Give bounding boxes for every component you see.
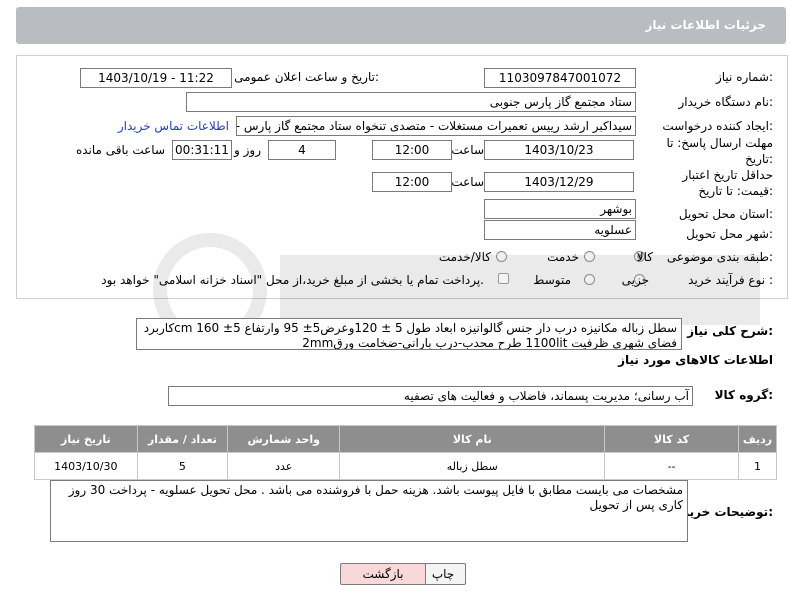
col-quantity: تعداد / مقدار — [136, 425, 229, 453]
cell-goods-name: سطل زباله — [339, 452, 606, 480]
city-label: شهر محل تحویل: — [686, 227, 773, 241]
general-desc-label: شرح کلی نیاز: — [687, 324, 773, 338]
col-unit: واحد شمارش — [227, 425, 341, 453]
need-number-label: شماره نیاز: — [715, 70, 773, 84]
province-field: بوشهر — [484, 199, 636, 219]
process-type-label: نوع فرآیند خرید : — [688, 273, 773, 287]
reply-date-field: 1403/10/23 — [484, 140, 634, 160]
need-number-field: 1103097847001072 — [484, 68, 636, 88]
validity-time-field: 12:00 — [372, 172, 452, 192]
col-goods-code: کد کالا — [604, 425, 739, 453]
table-row: 1403/10/30 5 عدد سطل زباله -- 1 — [34, 452, 777, 480]
category-service-label: خدمت — [547, 250, 579, 264]
table-header-row: تاریخ نیاز تعداد / مقدار واحد شمارش نام … — [34, 425, 777, 453]
items-table: تاریخ نیاز تعداد / مقدار واحد شمارش نام … — [34, 425, 777, 480]
reply-time-field: 12:00 — [372, 140, 452, 160]
cell-goods-code: -- — [604, 452, 739, 480]
page-title: جزئیات اطلاعات نیاز — [645, 18, 766, 32]
city-field: عسلویه — [484, 220, 636, 240]
requester-label: ایجاد کننده درخواست: — [662, 119, 773, 133]
cell-quantity: 5 — [136, 452, 229, 480]
goods-group-field: آب رسانی؛ مدیریت پسماند، فاضلاب و فعالیت… — [168, 386, 693, 406]
category-goods-label: کالا — [636, 250, 653, 264]
page-header: جزئیات اطلاعات نیاز — [16, 7, 786, 44]
announce-datetime-label: تاریخ و ساعت اعلان عمومی: — [234, 70, 379, 84]
col-goods-name: نام کالا — [339, 425, 606, 453]
buyer-org-field: ستاد مجتمع گاز پارس جنوبی — [186, 92, 636, 112]
buyer-notes-textarea[interactable]: مشخصات می بایست مطابق با فایل پیوست باشد… — [50, 480, 688, 542]
province-label: استان محل تحویل: — [678, 207, 773, 221]
remaining-label: ساعت باقی مانده — [75, 143, 165, 157]
cell-row: 1 — [738, 452, 777, 480]
goods-info-heading: اطلاعات کالاهای مورد نیاز — [618, 353, 773, 367]
validity-time-label: ساعت — [451, 175, 484, 189]
cell-need-date: 1403/10/30 — [34, 452, 138, 480]
requester-field: سیداکبر ارشد رییس تعمیرات مستغلات - متصد… — [236, 116, 636, 136]
goods-group-label: گروه کالا: — [714, 388, 773, 402]
col-need-date: تاریخ نیاز — [34, 425, 138, 453]
days-field: 4 — [268, 140, 336, 160]
contact-info-link[interactable]: اطلاعات تماس خریدار — [118, 119, 229, 133]
print-button[interactable]: چاپ — [420, 563, 466, 585]
payment-note: پرداخت تمام یا بخشی از مبلغ خرید،از محل … — [101, 273, 484, 287]
process-medium-radio[interactable] — [584, 274, 595, 285]
col-row: ردیف — [738, 425, 777, 453]
reply-time-label: ساعت — [451, 143, 484, 157]
remaining-time-field: 00:31:11 — [172, 140, 232, 160]
back-button[interactable]: بازگشت — [340, 563, 426, 585]
category-label: طبقه بندی موضوعی: — [666, 250, 773, 264]
days-and-label: روز و — [234, 143, 261, 157]
process-medium-label: متوسط — [533, 273, 571, 287]
announce-datetime-field: 1403/10/19 - 11:22 — [80, 68, 232, 88]
cell-unit: عدد — [227, 452, 341, 480]
process-minor-label: جزیی — [621, 273, 649, 287]
general-desc-textarea[interactable]: سطل زباله مکانیزه درب دار جنس گالوانیزه … — [136, 318, 682, 350]
validity-date-field: 1403/12/29 — [484, 172, 634, 192]
price-validity-label: حداقل تاریخ اعتبار قیمت: تا تاریخ: — [682, 168, 773, 198]
buyer-org-label: نام دستگاه خریدار: — [678, 95, 774, 109]
treasury-checkbox[interactable] — [498, 273, 509, 284]
reply-deadline-label: مهلت ارسال پاسخ: تا تاریخ: — [666, 136, 773, 166]
category-goods-service-radio[interactable] — [496, 251, 507, 262]
category-service-radio[interactable] — [584, 251, 595, 262]
category-goods-service-label: کالا/خدمت — [438, 250, 491, 264]
